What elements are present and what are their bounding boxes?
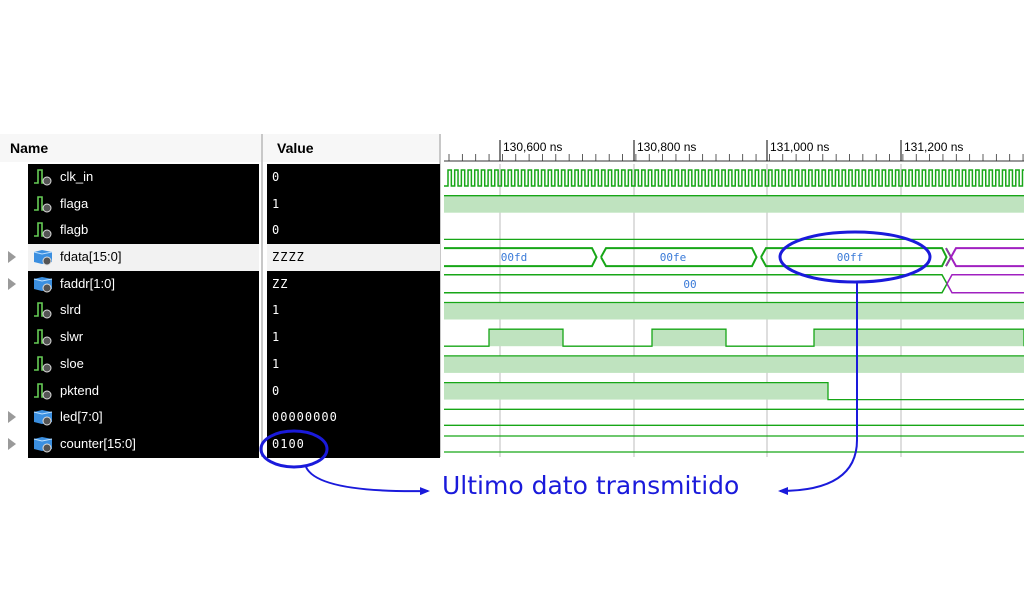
annotation-arrow-left (305, 466, 430, 496)
fdata-highlight-ellipse (778, 230, 932, 284)
counter-highlight-ellipse (259, 429, 329, 469)
annotation-label: Ultimo dato transmitido (442, 471, 740, 500)
annotation-overlay (259, 230, 932, 496)
annotation-arrow-right (778, 282, 858, 495)
